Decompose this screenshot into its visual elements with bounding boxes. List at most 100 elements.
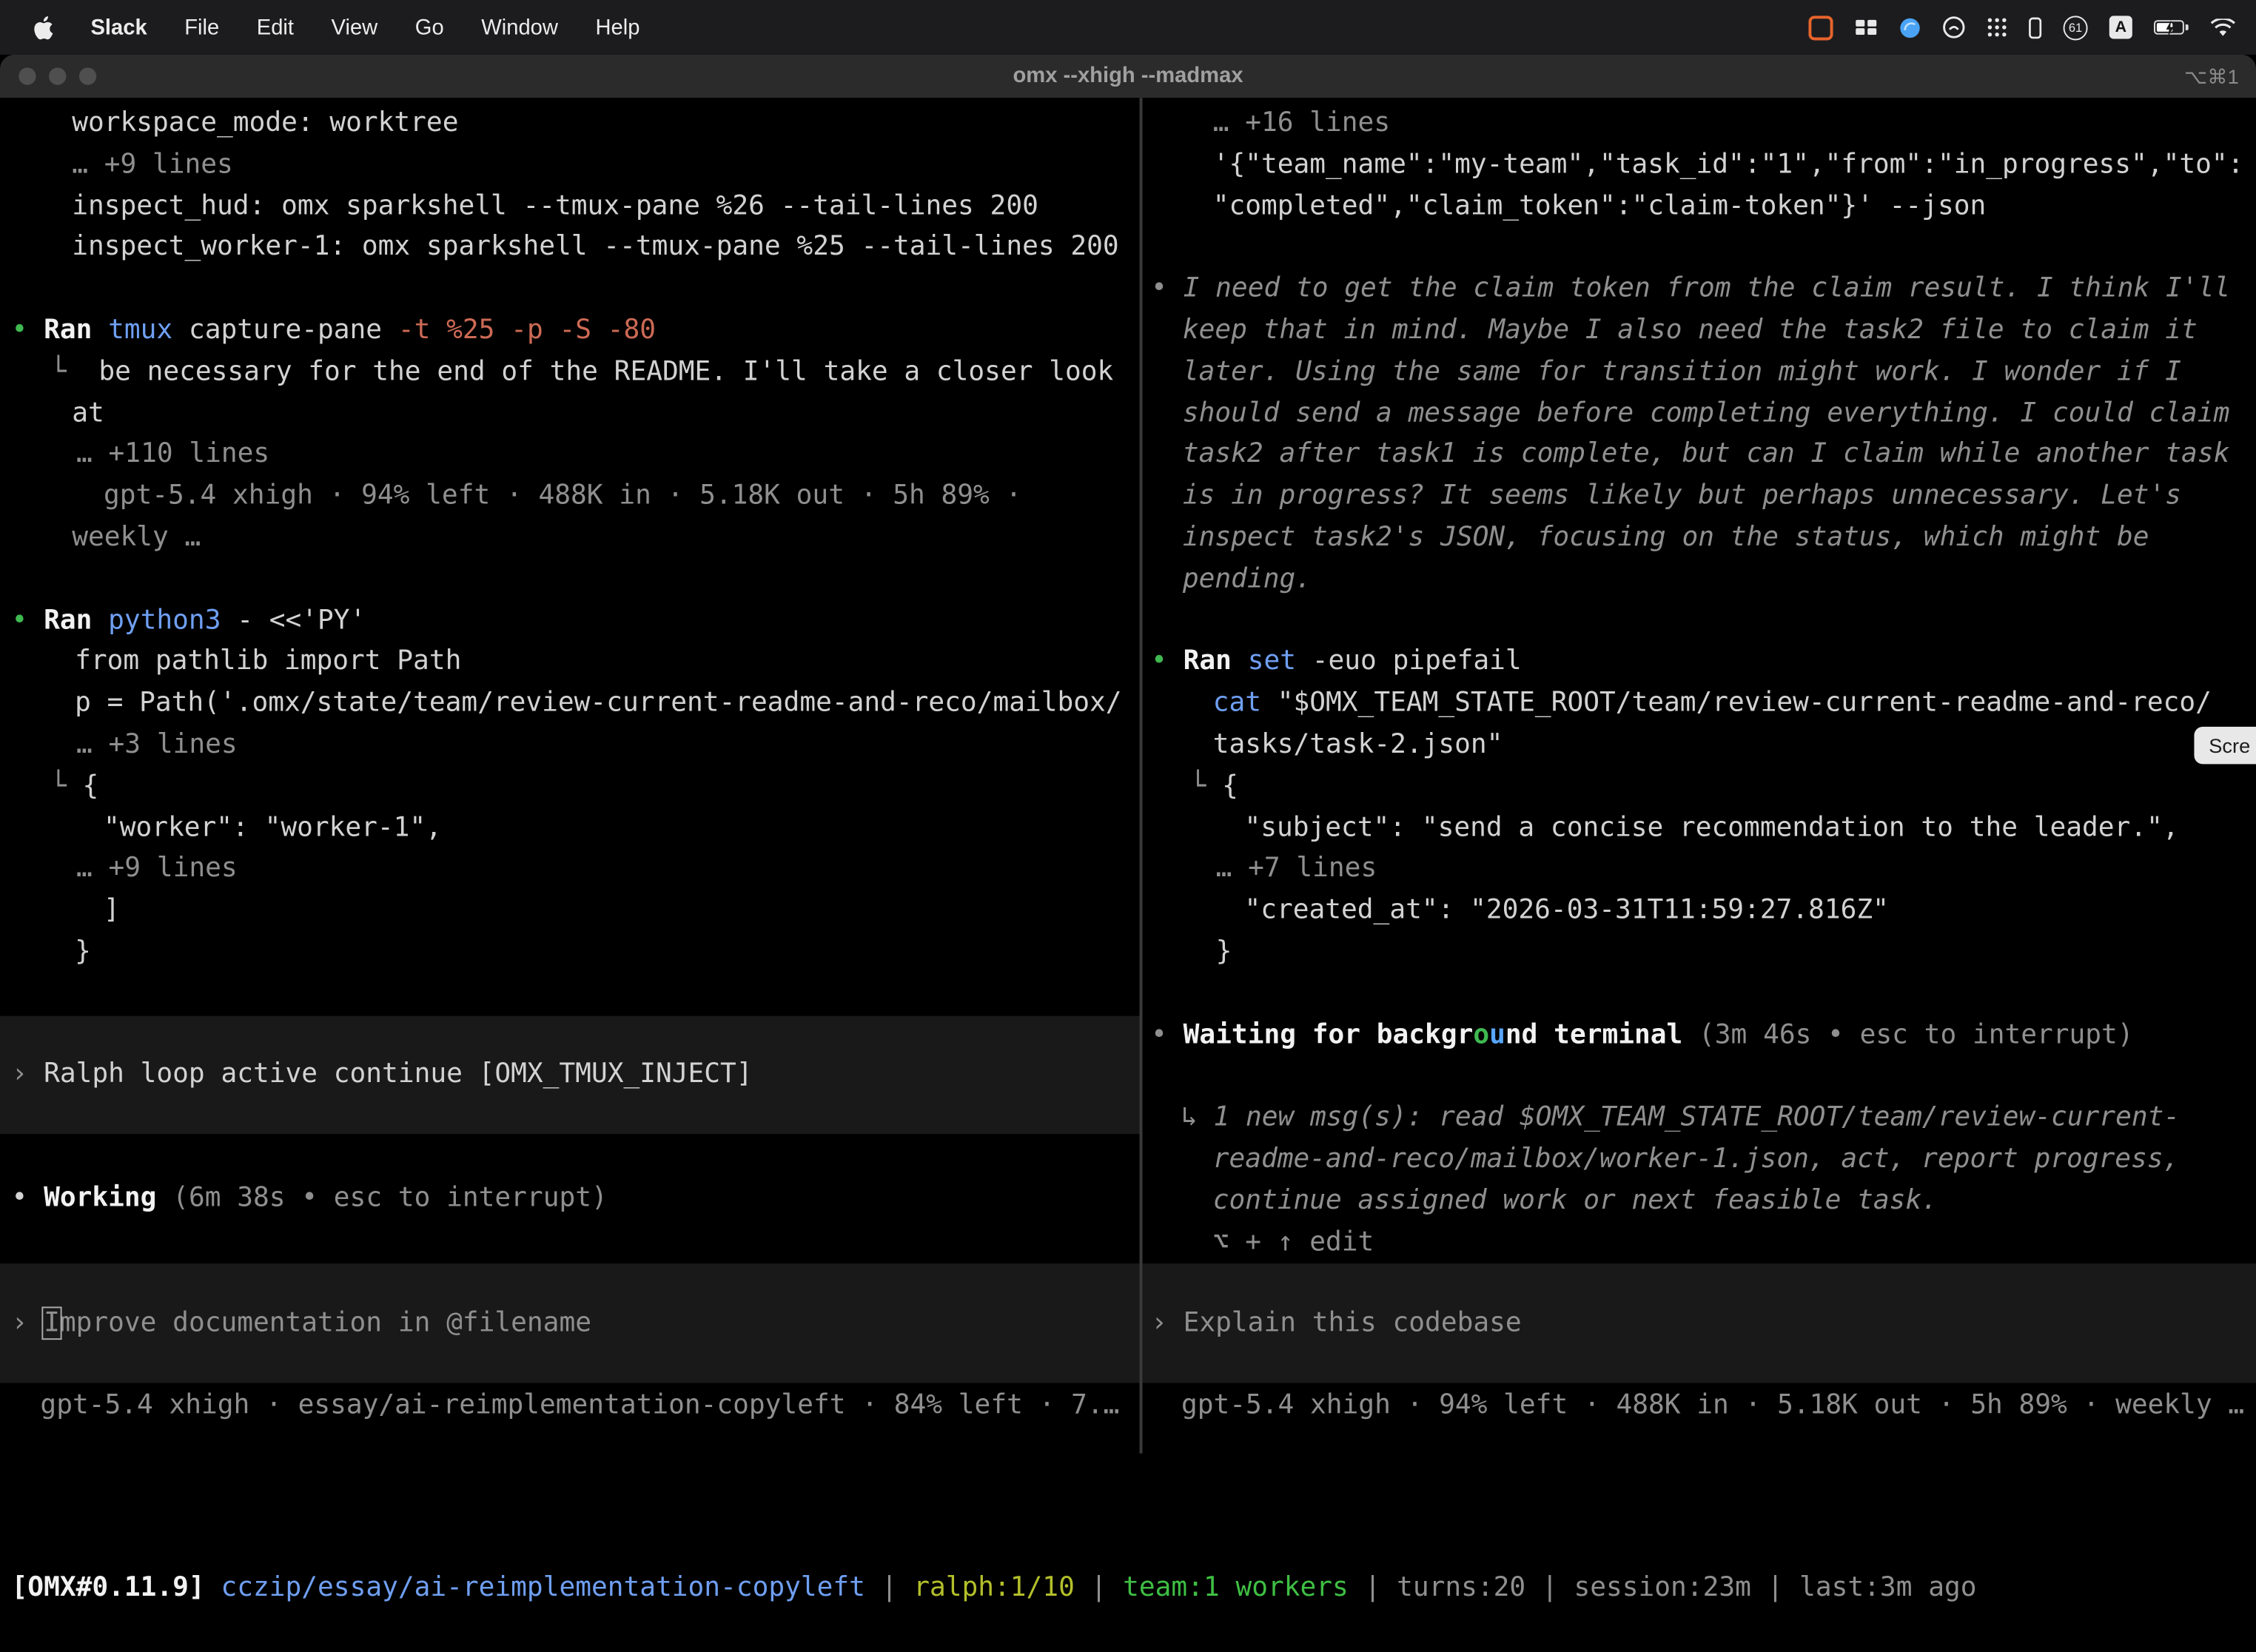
- text-segment: ralph:1/10: [913, 1573, 1075, 1603]
- text-segment: "completed","claim_token":"claim-token"}…: [1213, 191, 1987, 221]
- apple-menu-icon[interactable]: [32, 15, 53, 39]
- terminal-line: inspect_worker-1: omx sparkshell --tmux-…: [0, 228, 1140, 269]
- text-segment: Ran: [44, 605, 108, 636]
- text-segment: |: [1075, 1573, 1123, 1603]
- terminal-line: • Ran set -euo pipefail: [1142, 642, 2256, 684]
- terminal-line: [1142, 974, 2256, 1015]
- terminal-line: gpt-5.4 xhigh · 94% left · 488K in · 5.1…: [1142, 1386, 2256, 1428]
- phone-icon[interactable]: [2029, 16, 2041, 38]
- window-titlebar[interactable]: omx --xhigh --madmax ⌥⌘1: [0, 55, 2256, 98]
- gauge-61-icon[interactable]: 61: [2064, 15, 2088, 39]
- text-segment: "worker": "worker-1",: [104, 813, 442, 843]
- terminal-line: gpt-5.4 xhigh · 94% left · 488K in · 5.1…: [0, 477, 1140, 518]
- terminal-line: [0, 560, 1140, 601]
- terminal-line: }: [1142, 933, 2256, 974]
- terminal-line: pending.: [1142, 560, 2256, 601]
- terminal-line: inspect_hud: omx sparkshell --tmux-pane …: [0, 187, 1140, 228]
- text-segment: ⌥ + ↑ edit: [1213, 1227, 1374, 1258]
- terminal-line: tasks/task-2.json": [1142, 725, 2256, 767]
- text-segment: }: [1216, 937, 1232, 967]
- text-segment: Ran: [44, 315, 108, 346]
- text-segment: team:1 workers: [1123, 1573, 1349, 1603]
- window-tiles-icon[interactable]: [1855, 19, 1878, 36]
- app-grid-icon[interactable]: [1987, 17, 2007, 37]
- text-segment: gpt-5.4 xhigh · 94% left · 488K in · 5.1…: [1181, 1391, 2244, 1421]
- text-segment: continue assigned work or next feasible …: [1213, 1186, 1938, 1216]
- text-segment: should send a message before completing …: [1183, 398, 2229, 429]
- terminal-line: … +9 lines: [0, 850, 1140, 891]
- text-segment: "$OMX_TEAM_STATE_ROOT/team/review-curren…: [1278, 688, 2212, 719]
- text-segment: inspect_worker-1: omx sparkshell --tmux-…: [72, 232, 1118, 263]
- gauge-value: 61: [2069, 20, 2082, 34]
- terminal-line: ⌥ + ↑ edit: [1142, 1223, 2256, 1264]
- active-app-name[interactable]: Slack: [90, 15, 147, 39]
- terminal-line: [0, 974, 1140, 1015]
- battery-icon[interactable]: [2154, 20, 2189, 34]
- terminal-line: readme-and-reco/mailbox/worker-1.json, a…: [1142, 1140, 2256, 1181]
- text-segment: cat: [1213, 688, 1278, 719]
- text-segment: … +9 lines: [76, 854, 238, 884]
- window-title: omx --xhigh --madmax: [0, 55, 2256, 98]
- terminal-line: … +3 lines: [0, 725, 1140, 767]
- input-source-letter: A: [2115, 19, 2126, 36]
- text-segment: mprove documentation in @filename: [60, 1309, 591, 1339]
- text-segment: is in progress? It seems likely but perh…: [1183, 481, 2181, 511]
- text-segment: u: [1489, 1020, 1505, 1050]
- text-segment: "subject": "send a concise recommendatio…: [1244, 813, 2178, 843]
- input-source-icon[interactable]: A: [2109, 16, 2132, 38]
- prompt-input[interactable]: › Improve documentation in @filename: [0, 1264, 1140, 1383]
- menu-item-window[interactable]: Window: [481, 15, 558, 39]
- text-segment: at: [72, 398, 104, 429]
- menu-item-help[interactable]: Help: [596, 15, 640, 39]
- text-segment: nd terminal: [1505, 1020, 1682, 1050]
- text-segment: Ralph loop active continue [OMX_TMUX_INJ…: [44, 1059, 752, 1089]
- text-segment: set: [1248, 647, 1296, 677]
- menu-item-go[interactable]: Go: [415, 15, 444, 39]
- prompt-input[interactable]: › Explain this codebase: [1142, 1264, 2256, 1383]
- desktop-screen: Slack File Edit View Go Window Help: [0, 0, 2256, 1652]
- text-segment: gpt-5.4 xhigh · essay/ai-reimplementatio…: [40, 1391, 1119, 1421]
- menu-item-edit[interactable]: Edit: [257, 15, 294, 39]
- text-segment: python3: [108, 605, 221, 636]
- terminal-line: [1142, 228, 2256, 269]
- text-segment: Ran: [1184, 647, 1248, 677]
- text-segment: ›: [12, 1059, 44, 1089]
- text-segment: ›: [12, 1309, 44, 1339]
- terminal-line: from pathlib import Path: [0, 642, 1140, 684]
- screen-tooltip: Scre: [2195, 727, 2256, 765]
- terminal-line: [1142, 1057, 2256, 1098]
- text-segment: |: [865, 1573, 913, 1603]
- text-segment: later. Using the same for transition mig…: [1183, 357, 2181, 387]
- circle-app-icon[interactable]: [1942, 16, 1965, 38]
- text-segment: › Explain this codebase: [1151, 1309, 1522, 1339]
- tmux-pane-left[interactable]: workspace_mode: worktree… +9 linesinspec…: [0, 98, 1140, 1454]
- text-segment: └: [1190, 771, 1223, 802]
- text-segment: [205, 1573, 221, 1603]
- prompt-input[interactable]: › Ralph loop active continue [OMX_TMUX_I…: [0, 1015, 1140, 1133]
- text-segment: Working: [44, 1182, 156, 1212]
- terminal-line: "worker": "worker-1",: [0, 808, 1140, 850]
- tmux-pane-right[interactable]: … +16 lines'{"team_name":"my-team","task…: [1142, 98, 2256, 1454]
- terminal-content: workspace_mode: worktree… +9 linesinspec…: [0, 98, 2256, 1652]
- terminal-line: └ be necessary for the end of the README…: [0, 352, 1140, 394]
- menu-item-file[interactable]: File: [184, 15, 219, 39]
- text-segment: {: [83, 771, 99, 802]
- terminal-line: [1142, 601, 2256, 642]
- terminal-line: "subject": "send a concise recommendatio…: [1142, 808, 2256, 850]
- menu-bar-status-icons: 61 A: [1808, 15, 2256, 39]
- terminal-line: weekly …: [0, 518, 1140, 560]
- menu-item-view[interactable]: View: [332, 15, 378, 39]
- text-segment: … +7 lines: [1216, 854, 1377, 884]
- terminal-line: p = Path('.omx/state/team/review-current…: [0, 684, 1140, 725]
- text-segment: {: [1222, 771, 1238, 802]
- text-segment: '{"team_name":"my-team","task_id":"1","f…: [1213, 150, 2244, 180]
- terminal-line: later. Using the same for transition mig…: [1142, 352, 2256, 394]
- wifi-icon[interactable]: [2210, 18, 2236, 36]
- terminal-line: • Working (6m 38s • esc to interrupt): [0, 1178, 1140, 1219]
- text-segment: (3m 46s • esc to interrupt): [1682, 1020, 2133, 1050]
- text-segment: gpt-5.4 xhigh · 94% left · 488K in · 5.1…: [104, 481, 1021, 511]
- blue-droplet-icon[interactable]: [1899, 16, 1921, 38]
- terminal-line: [0, 269, 1140, 311]
- text-segment: o: [1473, 1020, 1489, 1050]
- screen-recording-icon[interactable]: [1808, 15, 1833, 39]
